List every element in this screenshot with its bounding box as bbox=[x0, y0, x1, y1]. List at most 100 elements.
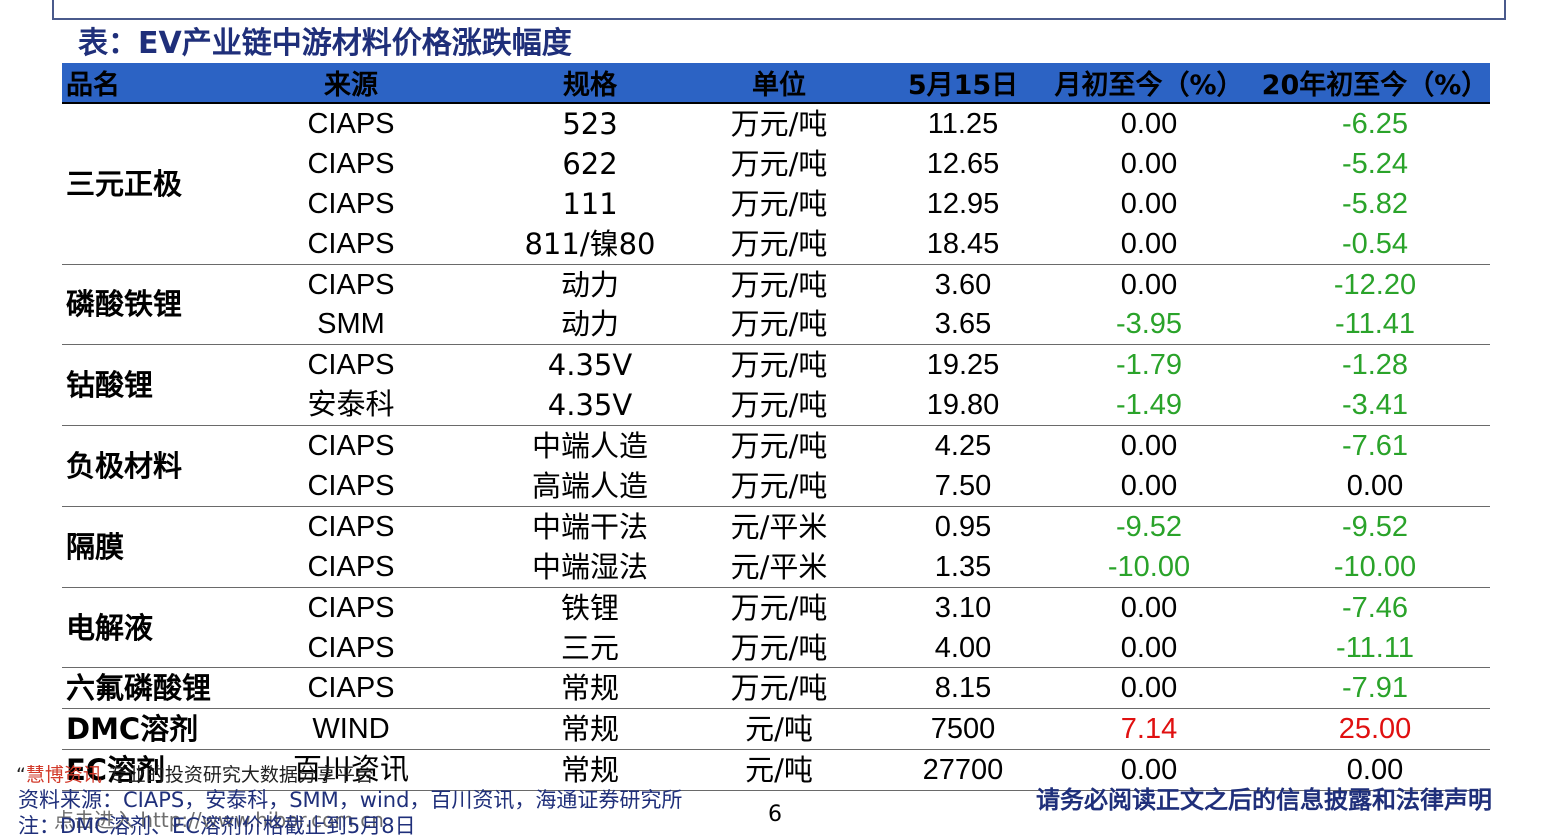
spec-cell: 常规 bbox=[510, 708, 670, 751]
price-cell: 4.25 bbox=[934, 430, 992, 463]
mtd-change-cell: -9.52 bbox=[1115, 510, 1183, 543]
table-row: CIAPS 中端湿法 元/平米 1.35 -10.00 -10.00 bbox=[62, 546, 1490, 588]
product-name-cell: 电解液 bbox=[62, 587, 192, 669]
table-row: SMM 动力 万元/吨 3.65 -3.95 -11.41 bbox=[62, 304, 1490, 346]
spec-cell: 动力 bbox=[560, 267, 619, 302]
header-cell: 品名 bbox=[62, 63, 192, 104]
unit-cell: 万元/吨 bbox=[730, 429, 828, 464]
spec-cell: 动力 bbox=[510, 304, 670, 346]
spec-cell: 4.35V bbox=[510, 385, 670, 427]
table-row: 磷酸铁锂 CIAPS 动力 万元/吨 3.60 0.00 -12.20 bbox=[62, 264, 1490, 346]
spec-cell: 铁锂 bbox=[560, 590, 619, 625]
mtd-change-cell: -3.95 bbox=[1038, 304, 1260, 346]
table-row: CIAPS 111 万元/吨 12.95 0.00 -5.82 bbox=[62, 184, 1490, 224]
page-title: 表：EV产业链中游材料价格涨跌幅度 bbox=[78, 26, 572, 61]
mtd-change-cell: 0.00 bbox=[1120, 430, 1178, 463]
unit-cell: 万元/吨 bbox=[730, 186, 828, 221]
source-cell: CIAPS bbox=[192, 223, 510, 265]
unit-cell: 万元/吨 bbox=[670, 304, 888, 346]
table-row: CIAPS 622 万元/吨 12.65 0.00 -5.24 bbox=[62, 144, 1490, 184]
price-cell: 27700 bbox=[888, 749, 1038, 792]
table-row: CIAPS 三元 万元/吨 4.00 0.00 -11.11 bbox=[62, 627, 1490, 669]
mtd-change-cell: 0.00 bbox=[1120, 268, 1178, 301]
mtd-change-cell: 0.00 bbox=[1038, 667, 1260, 710]
mtd-change-cell: -1.79 bbox=[1115, 349, 1183, 382]
spec-cell: 三元 bbox=[510, 627, 670, 669]
unit-cell: 万元/吨 bbox=[730, 106, 828, 141]
spec-cell: 4.35V bbox=[547, 348, 633, 383]
ytd-change-cell: -7.61 bbox=[1341, 430, 1409, 463]
mtd-change-cell: -1.49 bbox=[1038, 385, 1260, 427]
ytd-change-cell: 25.00 bbox=[1260, 708, 1490, 751]
ytd-change-cell: -7.91 bbox=[1260, 667, 1490, 710]
ytd-change-cell: -1.28 bbox=[1341, 349, 1409, 382]
price-cell: 8.15 bbox=[888, 667, 1038, 710]
price-cell: 3.60 bbox=[934, 268, 992, 301]
source-cell: CIAPS bbox=[192, 627, 510, 669]
price-cell: 1.35 bbox=[888, 546, 1038, 588]
price-cell: 12.95 bbox=[926, 187, 1000, 220]
price-cell: 18.45 bbox=[888, 223, 1038, 265]
table-row: 隔膜 CIAPS 中端干法 元/平米 0.95 -9.52 -9.52 bbox=[62, 506, 1490, 588]
ytd-change-cell: -0.54 bbox=[1260, 223, 1490, 265]
price-cell: 0.95 bbox=[934, 510, 992, 543]
spec-cell: 811/镍80 bbox=[510, 223, 670, 265]
source-cell: CIAPS bbox=[307, 591, 395, 624]
product-name-cell: 磷酸铁锂 bbox=[62, 264, 192, 346]
page-number: 6 bbox=[768, 802, 782, 827]
footnote: 注：DMC溶剂、EC溶剂价格截止到5月8日 bbox=[18, 814, 416, 838]
mtd-change-cell: 7.14 bbox=[1038, 708, 1260, 751]
price-cell: 7500 bbox=[888, 708, 1038, 751]
source-cell: CIAPS bbox=[192, 667, 510, 710]
spec-cell: 中端人造 bbox=[531, 429, 648, 464]
source-cell: CIAPS bbox=[307, 147, 395, 180]
top-frame bbox=[52, 0, 1506, 20]
spec-cell: 622 bbox=[562, 146, 618, 181]
unit-cell: 万元/吨 bbox=[730, 146, 828, 181]
header-cell: 5月15日 bbox=[888, 63, 1038, 104]
table-row: 安泰科 4.35V 万元/吨 19.80 -1.49 -3.41 bbox=[62, 385, 1490, 427]
price-cell: 12.65 bbox=[926, 147, 1000, 180]
ytd-change-cell: 0.00 bbox=[1260, 466, 1490, 507]
price-cell: 3.65 bbox=[888, 304, 1038, 346]
spec-cell: 中端湿法 bbox=[510, 546, 670, 588]
source-cell: WIND bbox=[192, 708, 510, 751]
header-cell: 来源 bbox=[192, 63, 510, 104]
source-cell: SMM bbox=[192, 304, 510, 346]
source-cell: 安泰科 bbox=[192, 385, 510, 427]
unit-cell: 万元/吨 bbox=[670, 627, 888, 669]
source-cell: CIAPS bbox=[192, 546, 510, 588]
price-change-table: 品名 来源 规格 单位 5月15日 月初至今（%） 20年初至今（%） 三元正极… bbox=[62, 63, 1490, 792]
source-cell: CIAPS bbox=[307, 107, 395, 140]
watermark: “慧博资讯 专业的投资研究大数据分享平台 bbox=[16, 760, 374, 787]
ytd-change-cell: -6.25 bbox=[1341, 107, 1409, 140]
disclaimer: 请务必阅读正文之后的信息披露和法律声明 bbox=[1036, 786, 1492, 814]
ytd-change-cell: -5.24 bbox=[1341, 147, 1409, 180]
mtd-change-cell: -10.00 bbox=[1038, 546, 1260, 588]
table-row: 三元正极 CIAPS 523 万元/吨 11.25 0.00 -6.25 bbox=[62, 103, 1490, 265]
ytd-change-cell: -7.46 bbox=[1341, 591, 1409, 624]
product-name-cell: 隔膜 bbox=[62, 506, 192, 588]
table-row: 电解液 CIAPS 铁锂 万元/吨 3.10 0.00 -7.46 bbox=[62, 587, 1490, 669]
header-cell: 单位 bbox=[670, 63, 888, 104]
table-body: 三元正极 CIAPS 523 万元/吨 11.25 0.00 -6.25 CIAPS 622 万元… bbox=[62, 103, 1490, 792]
spec-cell: 中端干法 bbox=[531, 509, 648, 544]
ytd-change-cell: -12.20 bbox=[1333, 268, 1417, 301]
table-row: 钴酸锂 CIAPS 4.35V 万元/吨 19.25 -1.79 -1.28 bbox=[62, 344, 1490, 427]
price-cell: 19.80 bbox=[888, 385, 1038, 427]
ytd-change-cell: -11.41 bbox=[1260, 304, 1490, 346]
product-name-cell: 三元正极 bbox=[62, 103, 192, 265]
source-cell: CIAPS bbox=[307, 349, 395, 382]
header-cell: 月初至今（%） bbox=[1038, 63, 1260, 104]
source-cell: CIAPS bbox=[192, 466, 510, 507]
header-cell: 20年初至今（%） bbox=[1260, 63, 1490, 104]
ytd-change-cell: -3.41 bbox=[1260, 385, 1490, 427]
product-name-cell: 负极材料 bbox=[62, 425, 192, 507]
ytd-change-cell: -10.00 bbox=[1260, 546, 1490, 588]
mtd-change-cell: 0.00 bbox=[1120, 591, 1178, 624]
unit-cell: 万元/吨 bbox=[670, 223, 888, 265]
price-cell: 19.25 bbox=[926, 349, 1000, 382]
ytd-change-cell: -11.11 bbox=[1260, 627, 1490, 669]
spec-cell: 111 bbox=[562, 186, 618, 221]
table-row: CIAPS 高端人造 万元/吨 7.50 0.00 0.00 bbox=[62, 466, 1490, 507]
